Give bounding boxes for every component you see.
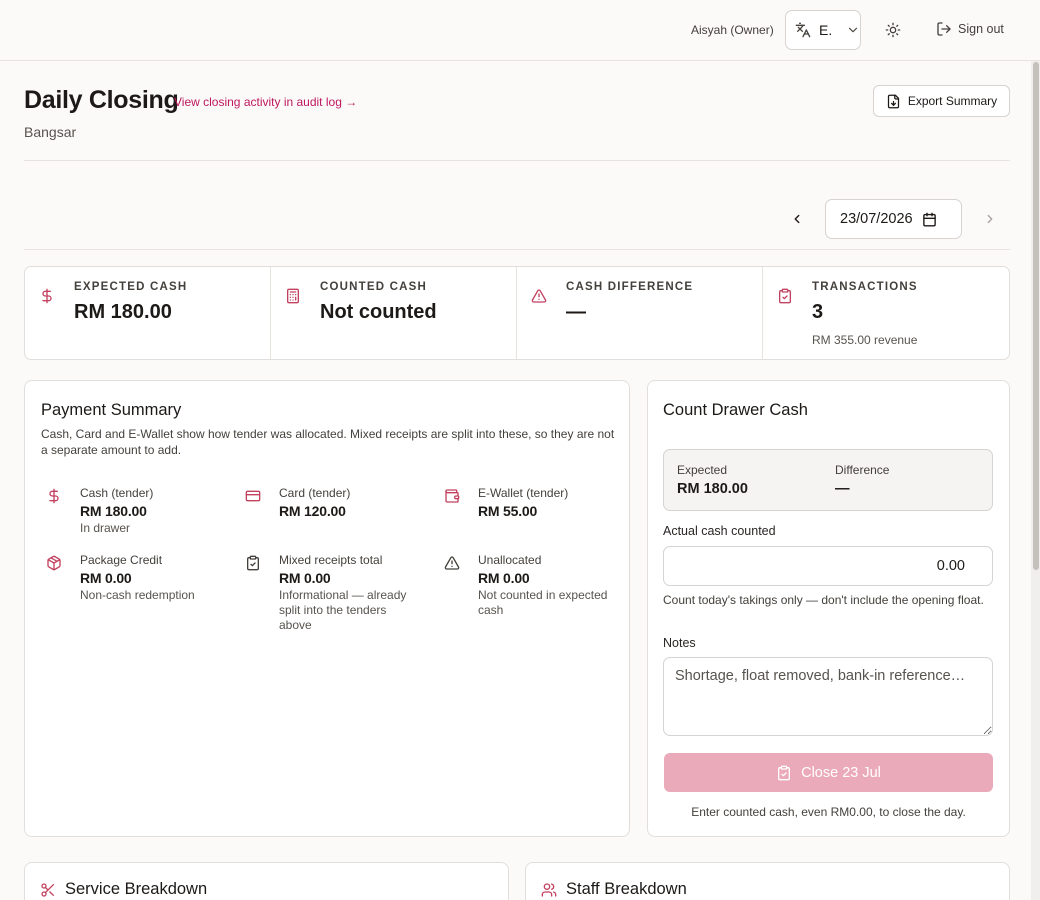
previous-day-button[interactable] — [788, 210, 806, 228]
payment-label: Card (tender) — [279, 486, 351, 500]
calculator-icon — [285, 288, 301, 304]
export-summary-button[interactable]: Export Summary — [873, 85, 1010, 117]
date-value: 23/07/2026 — [840, 211, 913, 227]
dollar-icon — [39, 288, 55, 304]
stat-value: 3 — [812, 301, 824, 323]
stat-transactions: TRANSACTIONS 3 RM 355.00 revenue — [763, 267, 1009, 359]
logout-icon — [936, 21, 952, 37]
clipboard-check-icon — [245, 555, 261, 571]
payment-sub: In drawer — [80, 521, 131, 535]
page-title: Daily Closing — [24, 86, 179, 114]
expected-difference-box: Expected RM 180.00 Difference — — [663, 449, 993, 511]
stat-value: Not counted — [320, 301, 437, 323]
export-summary-label: Export Summary — [907, 94, 998, 108]
scrollbar-thumb[interactable] — [1033, 62, 1039, 570]
language-select[interactable]: E. — [785, 10, 861, 50]
notes-field[interactable] — [663, 657, 993, 736]
actual-cash-input[interactable] — [663, 546, 993, 586]
current-user: Aisyah (Owner) — [691, 23, 774, 37]
payment-card: Card (tender) RM 120.00 — [245, 486, 430, 534]
language-value: E. — [819, 22, 833, 38]
staff-breakdown-title: Staff Breakdown — [566, 880, 687, 898]
payment-value: RM 0.00 — [80, 570, 132, 586]
calendar-icon[interactable] — [922, 212, 937, 227]
stat-cash-difference: CASH DIFFERENCE — — [517, 267, 763, 359]
payment-label: Mixed receipts total — [279, 553, 383, 567]
payment-value: RM 0.00 — [478, 570, 530, 586]
stat-value: — — [566, 301, 586, 323]
file-download-icon — [886, 94, 901, 109]
stat-sub: RM 355.00 revenue — [812, 333, 918, 347]
stat-value: RM 180.00 — [74, 301, 172, 323]
top-bar: Aisyah (Owner) E. Sign out — [0, 0, 1040, 61]
payment-value: RM 0.00 — [279, 570, 331, 586]
payment-package-credit: Package Credit RM 0.00 Non-cash redempti… — [46, 553, 231, 602]
payment-mixed-receipts: Mixed receipts total RM 0.00 Information… — [245, 553, 430, 632]
payment-ewallet: E-Wallet (tender) RM 55.00 — [444, 486, 629, 534]
clipboard-check-icon — [776, 765, 792, 781]
payment-label: Cash (tender) — [80, 486, 154, 500]
scissors-icon — [40, 882, 56, 898]
stat-label: TRANSACTIONS — [812, 281, 918, 293]
difference-value: — — [835, 481, 850, 497]
count-drawer-title: Count Drawer Cash — [663, 401, 808, 419]
stat-label: EXPECTED CASH — [74, 281, 188, 293]
payment-summary-title: Payment Summary — [41, 401, 182, 419]
wallet-icon — [444, 488, 460, 504]
close-day-button[interactable]: Close 23 Jul — [664, 753, 993, 792]
audit-log-link[interactable]: View closing activity in audit log → — [174, 95, 357, 109]
payment-sub: Informational — already split into the t… — [279, 588, 407, 632]
stat-counted-cash: COUNTED CASH Not counted — [271, 267, 517, 359]
stats-row: EXPECTED CASH RM 180.00 COUNTED CASH Not… — [24, 266, 1010, 360]
payment-label: Unallocated — [478, 553, 542, 567]
close-day-note: Enter counted cash, even RM0.00, to clos… — [691, 805, 966, 819]
location-name: Bangsar — [24, 124, 77, 140]
next-day-button[interactable] — [981, 210, 999, 228]
dollar-icon — [46, 488, 62, 504]
clipboard-check-icon — [777, 288, 793, 304]
date-picker[interactable]: 23/07/2026 — [825, 199, 962, 239]
chevron-right-icon — [983, 212, 997, 226]
package-icon — [46, 555, 62, 571]
payment-summary-card: Payment Summary Cash, Card and E-Wallet … — [24, 380, 630, 837]
actual-cash-hint: Count today's takings only — don't inclu… — [663, 593, 984, 607]
close-day-label: Close 23 Jul — [801, 764, 881, 781]
sun-icon — [885, 22, 901, 38]
payment-sub: Not counted in expected cash — [478, 588, 608, 617]
payment-unallocated: Unallocated RM 0.00 Not counted in expec… — [444, 553, 629, 617]
payment-value: RM 180.00 — [80, 503, 147, 519]
payment-cash: Cash (tender) RM 180.00 In drawer — [46, 486, 231, 535]
theme-toggle-button[interactable] — [884, 21, 902, 39]
date-divider — [24, 249, 1010, 250]
stat-label: CASH DIFFERENCE — [566, 281, 694, 293]
payment-sub: Non-cash redemption — [80, 588, 195, 602]
users-icon — [541, 882, 557, 898]
expected-value: RM 180.00 — [677, 481, 748, 497]
chevron-left-icon — [790, 212, 804, 226]
warning-icon — [444, 555, 460, 571]
service-breakdown-title: Service Breakdown — [65, 880, 208, 898]
difference-label: Difference — [835, 463, 890, 477]
header-divider — [24, 160, 1010, 161]
payment-label: Package Credit — [80, 553, 163, 567]
warning-icon — [531, 288, 547, 304]
payment-value: RM 55.00 — [478, 503, 538, 519]
stat-expected-cash: EXPECTED CASH RM 180.00 — [25, 267, 271, 359]
sign-out-label: Sign out — [958, 22, 1004, 36]
card-icon — [245, 488, 261, 504]
sign-out-button[interactable]: Sign out — [936, 21, 1004, 37]
payment-value: RM 120.00 — [279, 503, 346, 519]
payment-summary-description: Cash, Card and E-Wallet show how tender … — [41, 427, 615, 457]
notes-label: Notes — [663, 636, 696, 650]
actual-cash-label: Actual cash counted — [663, 524, 776, 538]
stat-label: COUNTED CASH — [320, 281, 428, 293]
chevron-down-icon — [846, 23, 860, 37]
payment-label: E-Wallet (tender) — [478, 486, 569, 500]
translate-icon — [795, 22, 811, 38]
expected-label: Expected — [677, 463, 728, 477]
